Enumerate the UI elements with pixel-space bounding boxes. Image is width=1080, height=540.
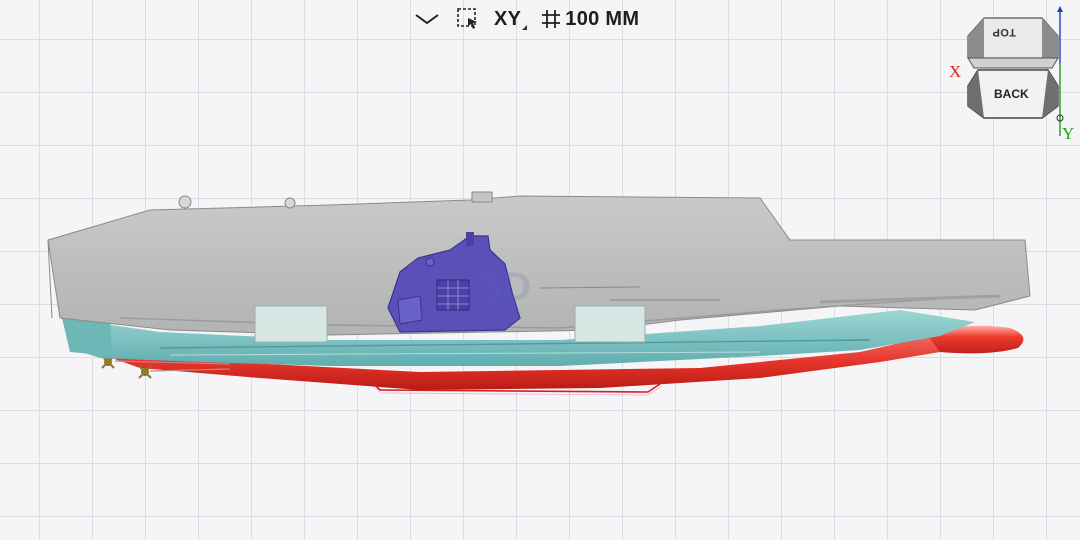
elevator-panel <box>254 305 328 343</box>
view-cube[interactable]: TOP BACK X Y <box>949 6 1080 146</box>
3d-viewport[interactable]: XY 100 MM 3D TOP BACK X Y <box>0 0 1080 540</box>
ship-model[interactable]: 3D <box>0 0 1080 540</box>
view-cube-back-face[interactable]: BACK <box>994 87 1029 101</box>
y-axis-label: Y <box>1062 124 1075 143</box>
watermark: 3D <box>480 265 531 309</box>
elevator-panel <box>574 305 646 343</box>
x-axis-label: X <box>949 62 962 81</box>
view-cube-top-face[interactable]: TOP <box>992 26 1016 38</box>
